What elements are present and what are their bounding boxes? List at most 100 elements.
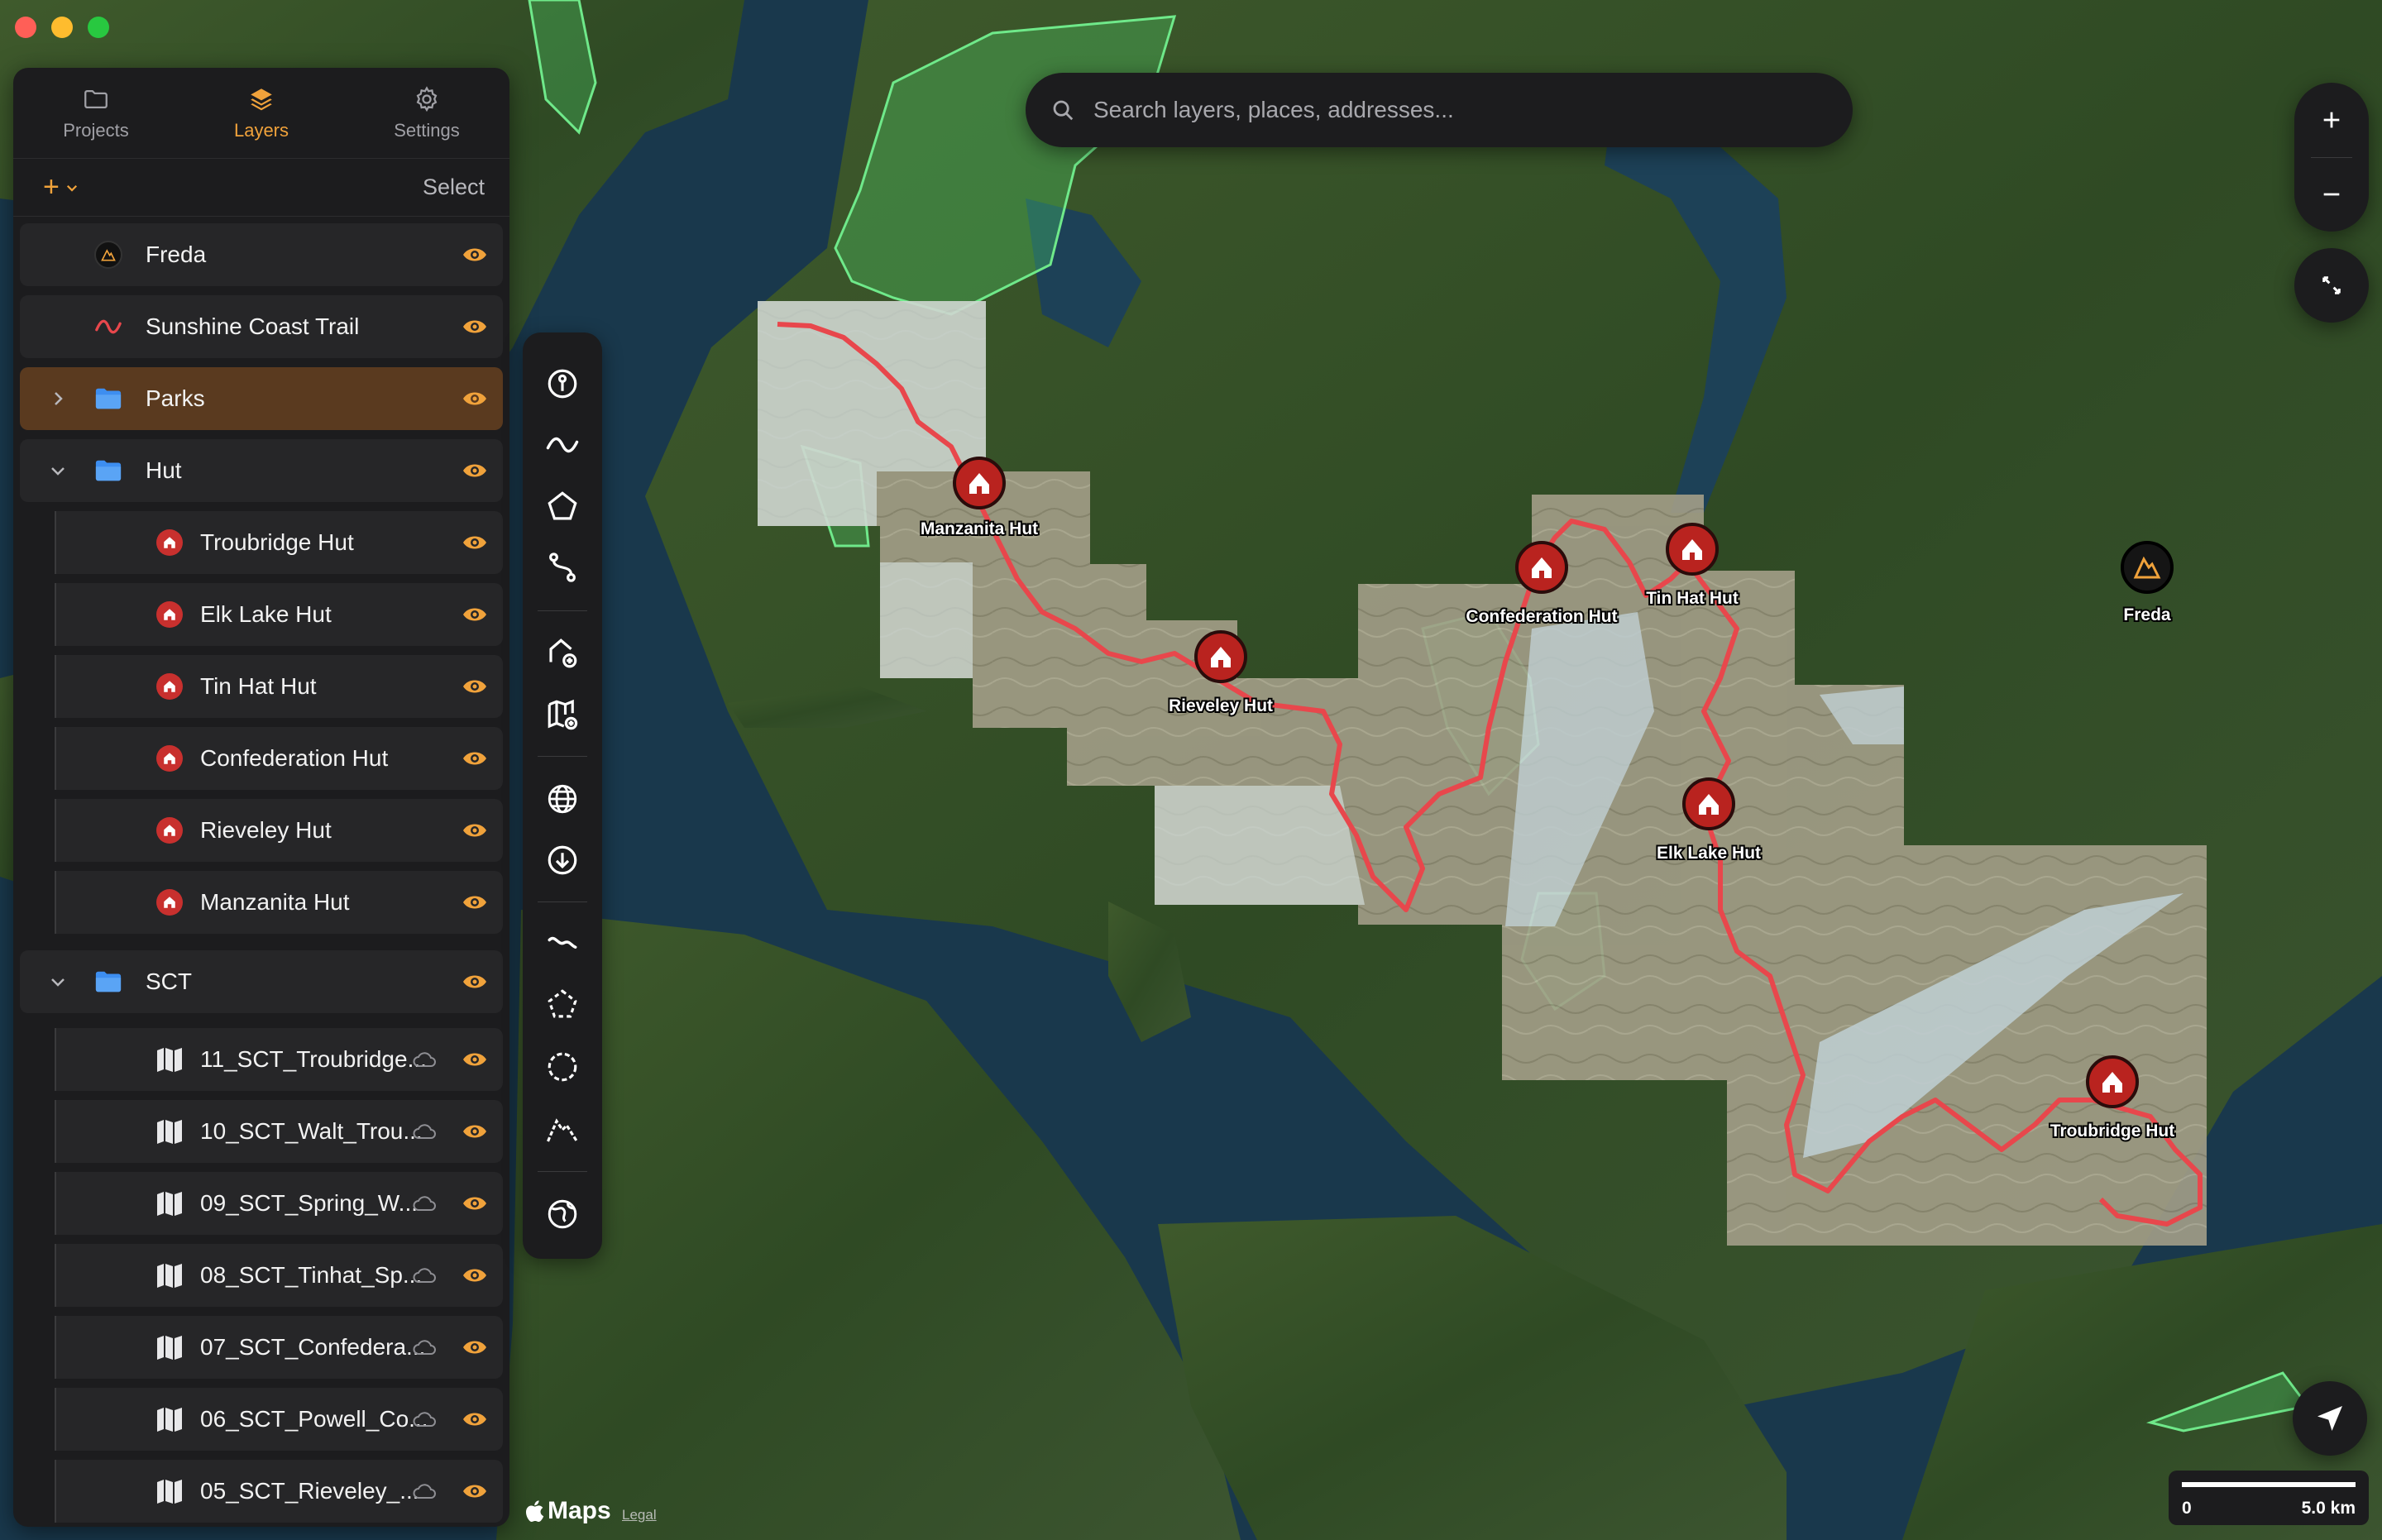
folder-icon [94, 385, 122, 413]
drawing-tool-strip [523, 332, 602, 1259]
hut-icon [155, 888, 184, 916]
layer-row-map-sheet-09[interactable]: 09_SCT_Spring_W... [55, 1172, 503, 1235]
eye-icon[interactable] [462, 1409, 488, 1429]
chevron-down-icon[interactable] [48, 972, 68, 992]
layer-row-map-sheet-11[interactable]: 11_SCT_Troubridge... [55, 1028, 503, 1091]
search-bar[interactable] [1026, 73, 1853, 147]
layer-list: Freda Sunshine Coast Trail Parks Hut Tro… [13, 217, 509, 1523]
window-close-button[interactable] [15, 17, 36, 38]
eye-icon[interactable] [462, 605, 488, 624]
fullscreen-button[interactable] [2294, 248, 2369, 323]
eye-icon[interactable] [462, 1050, 488, 1069]
eye-icon[interactable] [462, 1265, 488, 1285]
elevation-icon [547, 1118, 578, 1142]
add-pin-tool[interactable] [541, 362, 584, 405]
layer-row-parks[interactable]: Parks [20, 367, 503, 430]
layer-label: Parks [146, 385, 205, 411]
eye-icon[interactable] [462, 1193, 488, 1213]
map-sheet-icon [155, 1477, 184, 1505]
layer-row-map-sheet-07[interactable]: 07_SCT_Confedera... [55, 1316, 503, 1379]
scale-start-label: 0 [2182, 1499, 2192, 1518]
add-shape-tool[interactable] [541, 632, 584, 675]
layer-row-map-sheet-06[interactable]: 06_SCT_Powell_Co... [55, 1388, 503, 1451]
map-sheet-icon [155, 1117, 184, 1145]
layer-label: 06_SCT_Powell_Co... [200, 1406, 428, 1432]
legal-link[interactable]: Legal [622, 1507, 657, 1523]
eye-icon[interactable] [462, 461, 488, 481]
cloud-icon [413, 1196, 436, 1211]
window-minimize-button[interactable] [51, 17, 73, 38]
plus-icon [2323, 112, 2340, 128]
svg-text:Troubridge Hut: Troubridge Hut [2050, 1122, 2175, 1141]
layer-row-sunshine-coast-trail[interactable]: Sunshine Coast Trail [20, 295, 503, 358]
layer-label: SCT [146, 968, 192, 994]
layer-row-rieveley-hut[interactable]: Rieveley Hut [55, 799, 503, 862]
map-add-icon [548, 699, 578, 730]
zoom-in-button[interactable] [2294, 83, 2369, 157]
eye-icon[interactable] [462, 820, 488, 840]
tab-settings[interactable]: Settings [344, 68, 509, 158]
circle-tool[interactable] [541, 1045, 584, 1088]
download-tool[interactable] [541, 839, 584, 882]
layer-label: Manzanita Hut [200, 889, 350, 915]
select-button[interactable]: Select [423, 175, 485, 200]
location-arrow-icon [2317, 1406, 2342, 1431]
eye-icon[interactable] [462, 389, 488, 409]
map-sheet-icon [155, 1189, 184, 1217]
layer-label: Freda [146, 242, 207, 267]
route-tool[interactable] [541, 546, 584, 589]
zoom-out-button[interactable] [2294, 157, 2369, 232]
layer-label: Troubridge Hut [200, 529, 354, 555]
current-location-button[interactable] [2293, 1381, 2367, 1456]
layer-row-hut-folder[interactable]: Hut [20, 439, 503, 502]
eye-icon[interactable] [462, 972, 488, 992]
globe-icon [548, 784, 577, 814]
map-sheet-icon [155, 1405, 184, 1433]
cloud-icon [413, 1268, 436, 1283]
layer-row-troubridge-hut[interactable]: Troubridge Hut [55, 511, 503, 574]
layer-row-confederation-hut[interactable]: Confederation Hut [55, 727, 503, 790]
freehand-icon [548, 936, 577, 949]
polygon-icon [548, 491, 577, 520]
eye-icon[interactable] [462, 1337, 488, 1357]
layer-label: Tin Hat Hut [200, 673, 317, 699]
layer-row-tin-hat-hut[interactable]: Tin Hat Hut [55, 655, 503, 718]
layer-label: 05_SCT_Rieveley_... [200, 1478, 419, 1504]
elevation-profile-tool[interactable] [541, 1108, 584, 1151]
chevron-right-icon[interactable] [48, 389, 68, 409]
eye-icon[interactable] [462, 677, 488, 696]
eye-icon[interactable] [462, 1481, 488, 1501]
draw-polygon-tool[interactable] [541, 485, 584, 528]
tab-projects[interactable]: Projects [13, 68, 179, 158]
layer-row-map-sheet-08[interactable]: 08_SCT_Tinhat_Sp... [55, 1244, 503, 1307]
add-layer-button[interactable]: + [43, 171, 79, 203]
terrain-tool[interactable] [541, 1193, 584, 1236]
chevron-down-icon[interactable] [48, 461, 68, 481]
basemap-tool[interactable] [541, 777, 584, 820]
zoom-controls [2294, 83, 2369, 232]
tab-layers[interactable]: Layers [179, 68, 344, 158]
layer-row-freda[interactable]: Freda [20, 223, 503, 286]
eye-icon[interactable] [462, 1122, 488, 1141]
layer-row-map-sheet-05[interactable]: 05_SCT_Rieveley_... [55, 1460, 503, 1523]
svg-text:Rieveley Hut: Rieveley Hut [1169, 696, 1273, 715]
eye-icon[interactable] [462, 245, 488, 265]
layer-row-manzanita-hut[interactable]: Manzanita Hut [55, 871, 503, 934]
peak-marker-freda[interactable]: Freda [2121, 541, 2174, 626]
layer-row-map-sheet-10[interactable]: 10_SCT_Walt_Trou... [55, 1100, 503, 1163]
window-zoom-button[interactable] [88, 17, 109, 38]
layer-label: Sunshine Coast Trail [146, 313, 360, 339]
layer-row-sct-folder[interactable]: SCT [20, 950, 503, 1013]
folder-icon [94, 457, 122, 485]
search-input[interactable] [1093, 97, 1821, 123]
freehand-tool[interactable] [541, 921, 584, 964]
eye-icon[interactable] [462, 748, 488, 768]
add-map-tool[interactable] [541, 693, 584, 736]
lasso-tool[interactable] [541, 983, 584, 1026]
draw-line-tool[interactable] [541, 423, 584, 466]
dashed-polygon-icon [548, 989, 577, 1018]
eye-icon[interactable] [462, 892, 488, 912]
eye-icon[interactable] [462, 533, 488, 552]
layer-row-elk-lake-hut[interactable]: Elk Lake Hut [55, 583, 503, 646]
eye-icon[interactable] [462, 317, 488, 337]
